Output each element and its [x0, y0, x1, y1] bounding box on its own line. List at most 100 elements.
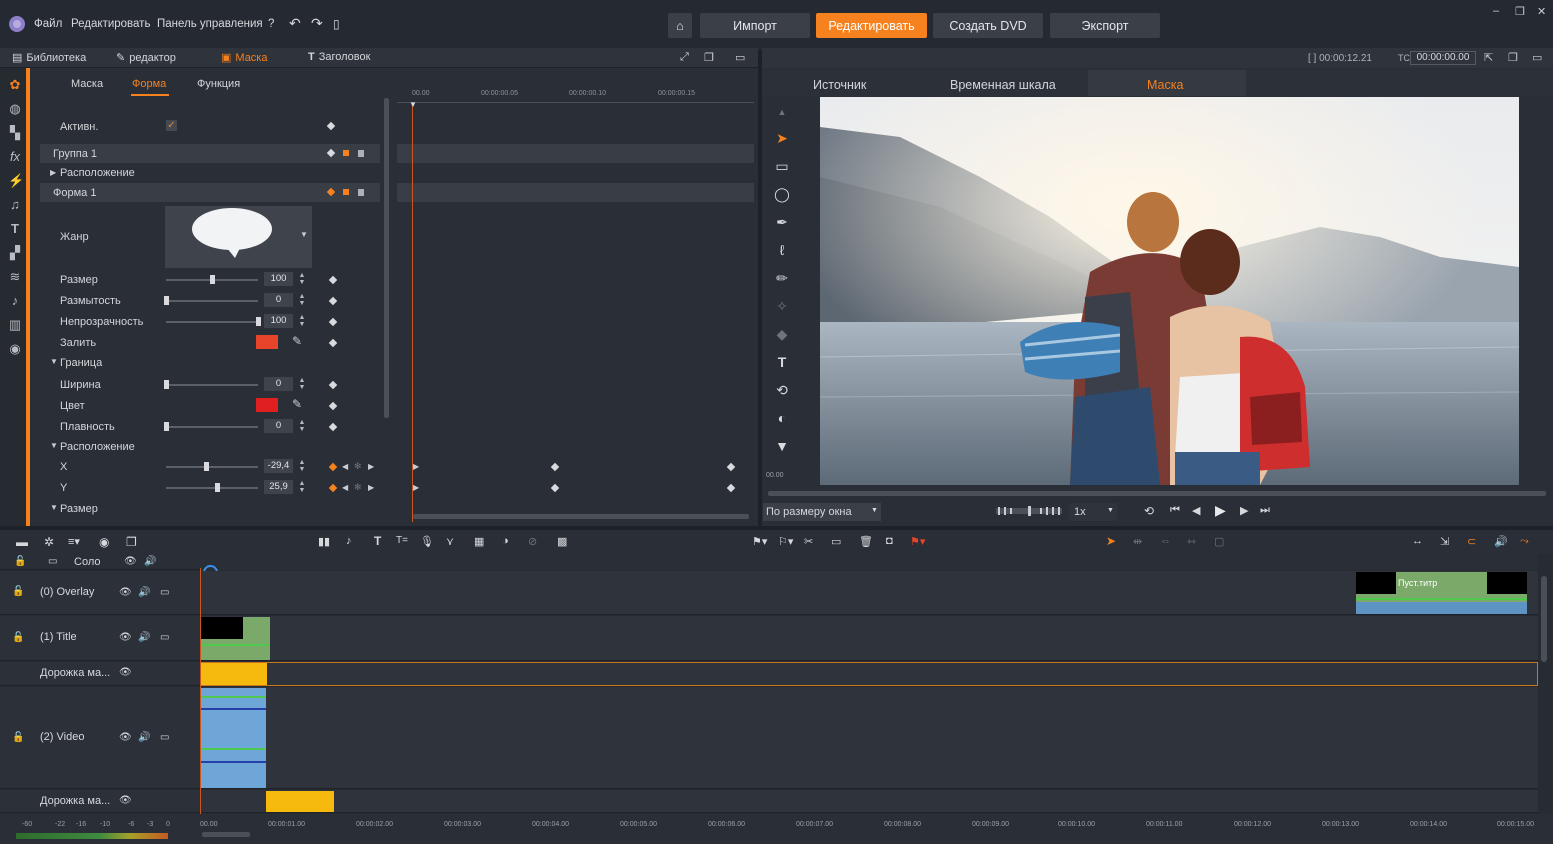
- opacity-input[interactable]: 100: [264, 314, 293, 328]
- skip-end-icon[interactable]: ⏭: [1260, 504, 1270, 517]
- brush-tool-icon[interactable]: ✏: [774, 270, 790, 286]
- maximize-icon[interactable]: ❐: [1515, 5, 1525, 18]
- fill-color-swatch[interactable]: [256, 335, 278, 349]
- eye-icon[interactable]: 👁: [119, 667, 132, 678]
- solo-label[interactable]: Соло: [74, 556, 100, 568]
- blur-slider-thumb[interactable]: [164, 296, 169, 305]
- smooth-input[interactable]: 0: [264, 419, 293, 433]
- mask-clip-2[interactable]: [266, 791, 334, 812]
- size2-row[interactable]: ▼ Размер: [40, 498, 380, 519]
- step-forward-icon[interactable]: ▶: [1240, 504, 1248, 517]
- color-icon[interactable]: ◑: [502, 535, 509, 547]
- layout-icon[interactable]: ▭: [1532, 51, 1542, 64]
- speed-dropdown[interactable]: 1x ▼: [1069, 503, 1117, 521]
- smooth-spinner[interactable]: ▲ ▼: [298, 419, 306, 433]
- restore-icon[interactable]: ❐: [704, 51, 714, 64]
- timeline-h-scrollbar[interactable]: [202, 832, 250, 837]
- copy-icon[interactable]: ❐: [126, 535, 137, 549]
- text-tool-icon[interactable]: T: [774, 354, 790, 370]
- layout-icon[interactable]: ▭: [735, 51, 745, 64]
- keyframe-y-2[interactable]: [726, 483, 736, 493]
- tab-library[interactable]: ▤ Библиотека: [12, 51, 86, 65]
- insert-mode-icon[interactable]: ⤳: [1520, 535, 1529, 548]
- tab-mask[interactable]: ▣ Маска: [221, 51, 267, 65]
- skip-start-icon[interactable]: ⏮: [1170, 504, 1180, 517]
- snapshot-icon[interactable]: ◘: [886, 535, 893, 547]
- export-frame-icon[interactable]: ⇱: [1484, 51, 1493, 64]
- track-overlay-lane[interactable]: [200, 571, 1538, 615]
- media-icon[interactable]: ▚: [8, 126, 22, 140]
- prev-keyframe-icon[interactable]: ◀: [342, 483, 348, 492]
- opacity-slider-thumb[interactable]: [256, 317, 261, 326]
- transition-icon[interactable]: ⚡: [8, 174, 24, 188]
- shape-row[interactable]: Форма 1: [40, 183, 380, 202]
- lock-icon[interactable]: 🔓: [12, 586, 24, 597]
- active-checkbox[interactable]: ✓: [166, 120, 177, 131]
- keyframe-icon[interactable]: [328, 483, 338, 493]
- tab-editor[interactable]: ✎ редактор: [116, 51, 176, 65]
- menu-control-panel[interactable]: Панель управления: [157, 18, 263, 30]
- track-height-icon[interactable]: ≡▾: [68, 535, 80, 548]
- x-spinner[interactable]: ▲ ▼: [298, 459, 306, 473]
- grid-icon[interactable]: ▦: [474, 535, 484, 548]
- size-input[interactable]: 100: [264, 272, 293, 286]
- export-button[interactable]: Экспорт: [1050, 13, 1160, 38]
- y-spinner[interactable]: ▲ ▼: [298, 480, 306, 494]
- x-slider[interactable]: [166, 466, 258, 468]
- collapse-icon[interactable]: ▼: [50, 503, 58, 512]
- track-video-name[interactable]: (2) Video: [40, 731, 84, 743]
- mask-track1-name[interactable]: Дорожка ма...: [40, 667, 110, 679]
- subtab-shape[interactable]: Форма: [132, 78, 166, 90]
- size-spinner[interactable]: ▲ ▼: [298, 272, 306, 286]
- border-row[interactable]: ▼ Граница: [40, 352, 380, 373]
- tracks-scrollbar[interactable]: [1541, 576, 1547, 662]
- width-spinner[interactable]: ▲ ▼: [298, 377, 306, 391]
- mask-track2-lane[interactable]: [200, 790, 1538, 813]
- document-icon[interactable]: ▯: [333, 17, 340, 31]
- tab-mask-preview[interactable]: Маска: [1147, 78, 1183, 92]
- microphone-icon[interactable]: 🎙: [420, 535, 434, 548]
- width-slider-thumb[interactable]: [164, 380, 169, 389]
- placement-row[interactable]: ▶ Расположение: [40, 163, 380, 182]
- keyframe-icon[interactable]: [326, 121, 336, 131]
- smooth-slider-thumb[interactable]: [164, 422, 169, 431]
- collapse-icon[interactable]: ▼: [50, 441, 58, 450]
- y-input[interactable]: 25,9: [264, 480, 293, 494]
- track-title-name[interactable]: (1) Title: [40, 631, 77, 643]
- keyframe-icon[interactable]: [328, 422, 338, 432]
- width-input[interactable]: 0: [264, 377, 293, 391]
- track-view-icon[interactable]: ▬: [16, 535, 28, 549]
- color-wheel-icon[interactable]: ◍: [8, 102, 22, 116]
- subtitle-icon[interactable]: T=: [396, 535, 408, 546]
- scroll-up-icon[interactable]: ▲: [774, 104, 790, 120]
- select-tool-icon[interactable]: ➤: [1106, 534, 1116, 548]
- eye-icon[interactable]: 👁: [119, 632, 132, 643]
- title-clip[interactable]: Пуст.титр: [1356, 572, 1527, 614]
- keyframe-x-1[interactable]: [550, 462, 560, 472]
- ripple-icon[interactable]: ⇲: [1440, 535, 1449, 548]
- home-button[interactable]: ⌂: [668, 13, 692, 38]
- next-keyframe-icon[interactable]: ▶: [368, 483, 374, 492]
- y-slider[interactable]: [166, 487, 258, 489]
- slip-icon[interactable]: ⇔: [1160, 535, 1171, 547]
- monitor-icon[interactable]: ▭: [48, 556, 57, 567]
- menu-file[interactable]: Файл: [34, 18, 62, 30]
- size-slider-thumb[interactable]: [210, 275, 215, 284]
- keyframe-icon[interactable]: [326, 187, 336, 197]
- keyframe-icon[interactable]: [326, 148, 336, 158]
- keyframe-icon[interactable]: [328, 380, 338, 390]
- keyframe-icon[interactable]: [328, 275, 338, 285]
- prev-keyframe-icon[interactable]: ◀: [342, 462, 348, 471]
- blur-spinner[interactable]: ▲ ▼: [298, 293, 306, 307]
- eye-all-icon[interactable]: 👁: [124, 556, 137, 567]
- text-icon[interactable]: T: [8, 222, 22, 236]
- scrub-audio-icon[interactable]: 🔊: [1494, 535, 1508, 548]
- mixer-icon[interactable]: ▮▮: [318, 535, 330, 548]
- track-title-lane[interactable]: [200, 616, 1538, 661]
- undo-icon[interactable]: ↶: [289, 15, 301, 32]
- link-icon[interactable]: ⊘: [528, 535, 537, 548]
- step-back-icon[interactable]: ◀: [1192, 504, 1200, 517]
- scroll-down-icon[interactable]: ▼: [774, 438, 790, 454]
- opacity-slider[interactable]: [166, 321, 258, 323]
- speaker-icon[interactable]: 🔊: [138, 732, 150, 743]
